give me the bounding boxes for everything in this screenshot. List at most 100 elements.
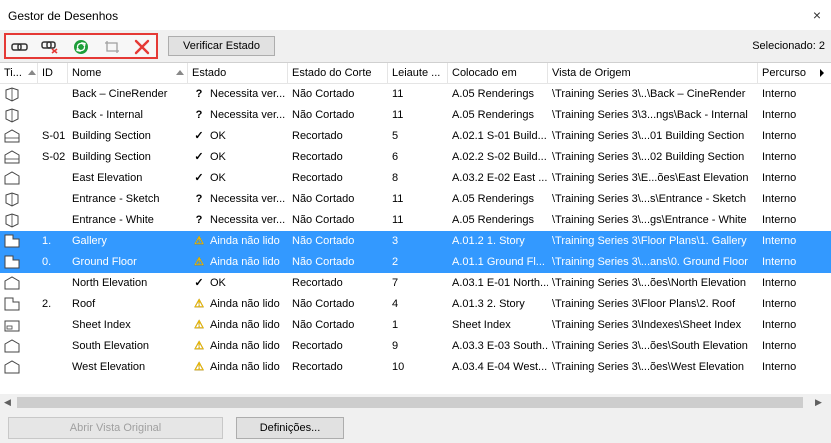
title-bar: Gestor de Desenhos × — [0, 0, 831, 30]
table-row[interactable]: Back – CineRender? Necessita ver... Não Co… — [0, 84, 831, 105]
table-row[interactable]: S-02 Building Section ✓ OK Recortado 6 A.02.2 … — [0, 147, 831, 168]
section-drawing-icon — [0, 147, 38, 168]
horizontal-scrollbar[interactable]: ◀ ▶ — [0, 394, 831, 411]
table-row[interactable]: 1. Gallery ⚠ Ainda não lido Não Cortado 3 A.01… — [0, 231, 831, 252]
status-text: OK — [210, 277, 226, 289]
source-view-cell: \Training Series 3\Indexes\Sheet Index — [552, 319, 742, 331]
status-cell: ? Necessita ver... — [188, 105, 288, 126]
cut-state-cell: Não Cortado — [292, 193, 355, 205]
table-row[interactable]: Entrance - White? Necessita ver... Não Cor… — [0, 210, 831, 231]
scrollbar-thumb[interactable] — [17, 397, 803, 408]
column-header-source-view[interactable]: Vista de Origem — [548, 63, 758, 83]
cut-state-cell: Não Cortado — [292, 256, 355, 268]
status-text: Ainda não lido — [210, 256, 280, 268]
question-icon: ? — [195, 214, 203, 226]
question-icon: ? — [195, 193, 203, 205]
scroll-right-arrow-icon[interactable]: ▶ — [815, 397, 822, 408]
column-header-id[interactable]: ID — [38, 63, 68, 83]
path-cell: Interno — [762, 340, 797, 352]
cut-state-cell: Recortado — [292, 130, 343, 142]
cut-state-cell: Não Cortado — [292, 235, 355, 247]
status-cell: ⚠ Ainda não lido — [188, 315, 288, 336]
layout-cell: 10 — [392, 361, 405, 373]
placed-in-cell: A.01.1 Ground Fl... — [452, 256, 545, 268]
close-icon[interactable]: × — [813, 7, 821, 23]
id-cell — [38, 315, 68, 336]
settings-button[interactable]: Definições... — [236, 417, 344, 439]
layout-cell: 6 — [392, 151, 399, 163]
status-cell: ✓ OK — [188, 147, 288, 168]
sort-ascending-icon — [28, 70, 36, 75]
layout-cell: 11 — [392, 214, 404, 226]
status-cell: ⚠ Ainda não lido — [188, 252, 288, 273]
path-cell: Interno — [762, 361, 797, 373]
id-cell — [38, 210, 68, 231]
path-cell: Interno — [762, 151, 797, 163]
cut-state-cell: Não Cortado — [292, 214, 355, 226]
name-cell: North Elevation — [72, 277, 148, 289]
source-view-cell: \Training Series 3\...ões\North Elevatio… — [552, 277, 747, 289]
question-icon: ? — [195, 88, 203, 100]
column-header-status[interactable]: Estado — [188, 63, 288, 83]
table-row[interactable]: East Elevation ✓ OK Recortado 8 A.03.2 E-02 E… — [0, 168, 831, 189]
name-cell: West Elevation — [72, 361, 146, 373]
question-icon: ? — [195, 109, 203, 121]
id-cell: 2. — [42, 298, 52, 310]
column-header-cut-state[interactable]: Estado do Corte — [288, 63, 388, 83]
placed-in-cell: A.02.2 S-02 Build... — [452, 151, 547, 163]
floorplan-drawing-icon — [0, 294, 38, 315]
status-text: Ainda não lido — [210, 235, 280, 247]
column-header-layout[interactable]: Leiaute ... — [388, 63, 448, 83]
id-cell: 0. — [42, 256, 52, 268]
layout-cell: 2 — [392, 256, 399, 268]
link-drawing-button[interactable] — [10, 38, 30, 56]
elevation-drawing-icon — [0, 357, 38, 378]
source-view-cell: \Training Series 3\..\Back – CineRender — [552, 88, 746, 100]
column-header-placed-in[interactable]: Colocado em — [448, 63, 548, 83]
path-cell: Interno — [762, 109, 797, 121]
table-row[interactable]: North Elevation ✓ OK Recortado 7 A.03.1 E-01 … — [0, 273, 831, 294]
status-text: Necessita ver... — [210, 88, 286, 100]
path-cell: Interno — [762, 172, 797, 184]
unlink-drawing-button[interactable] — [40, 38, 60, 56]
source-view-cell: \Training Series 3\...s\Entrance - Sketc… — [552, 193, 747, 205]
frame-drawing-button[interactable] — [102, 38, 122, 56]
column-header-name[interactable]: Nome — [68, 63, 188, 83]
checkmark-icon: ✓ — [194, 151, 204, 163]
table-row[interactable]: 2. Roof ⚠ Ainda não lido Não Cortado 4 A.01.3 … — [0, 294, 831, 315]
name-cell: Back – CineRender — [72, 88, 168, 100]
table-row[interactable]: West Elevation ⚠ Ainda não lido Recortado 10… — [0, 357, 831, 378]
unlink-icon — [41, 41, 58, 54]
source-view-cell: \Training Series 3\Floor Plans\1. Galler… — [552, 235, 747, 247]
verify-status-button[interactable]: Verificar Estado — [168, 36, 275, 56]
layout-cell: 7 — [392, 277, 399, 289]
scroll-left-arrow-icon[interactable]: ◀ — [4, 397, 11, 408]
source-view-cell: \Training Series 3\...02 Building Sectio… — [552, 151, 745, 163]
table-row[interactable]: Sheet Index ⚠ Ainda não lido Não Cortado 1 Sh… — [0, 315, 831, 336]
cut-state-cell: Recortado — [292, 172, 343, 184]
table-row[interactable]: Back - Internal? Necessita ver... Não Cort… — [0, 105, 831, 126]
path-cell: Interno — [762, 193, 797, 205]
cut-state-cell: Não Cortado — [292, 88, 355, 100]
status-cell: ? Necessita ver... — [188, 84, 288, 105]
id-cell — [38, 357, 68, 378]
table-row[interactable]: S-01 Building Section ✓ OK Recortado 5 A.02.1 … — [0, 126, 831, 147]
cut-state-cell: Recortado — [292, 361, 343, 373]
delete-drawing-button[interactable] — [132, 38, 152, 56]
status-cell: ⚠ Ainda não lido — [188, 294, 288, 315]
column-header-path[interactable]: Percurso — [758, 63, 818, 83]
status-text: OK — [210, 130, 226, 142]
id-cell — [38, 84, 68, 105]
placed-in-cell: A.03.3 E-03 South... — [452, 340, 548, 352]
scroll-right-icon[interactable] — [818, 69, 826, 77]
path-cell: Interno — [762, 256, 797, 268]
table-row[interactable]: Entrance - Sketch? Necessita ver... Não Co… — [0, 189, 831, 210]
source-view-cell: \Training Series 3\3...ngs\Back - Intern… — [552, 109, 748, 121]
table-row[interactable]: 0. Ground Floor ⚠ Ainda não lido Não Cortado… — [0, 252, 831, 273]
status-text: Ainda não lido — [210, 361, 280, 373]
placed-in-cell: A.03.1 E-01 North... — [452, 277, 548, 289]
table-row[interactable]: South Elevation ⚠ Ainda não lido Recortado 9… — [0, 336, 831, 357]
update-drawing-button[interactable] — [71, 38, 91, 56]
open-original-view-button[interactable]: Abrir Vista Original — [8, 417, 223, 439]
refresh-icon — [74, 40, 88, 54]
